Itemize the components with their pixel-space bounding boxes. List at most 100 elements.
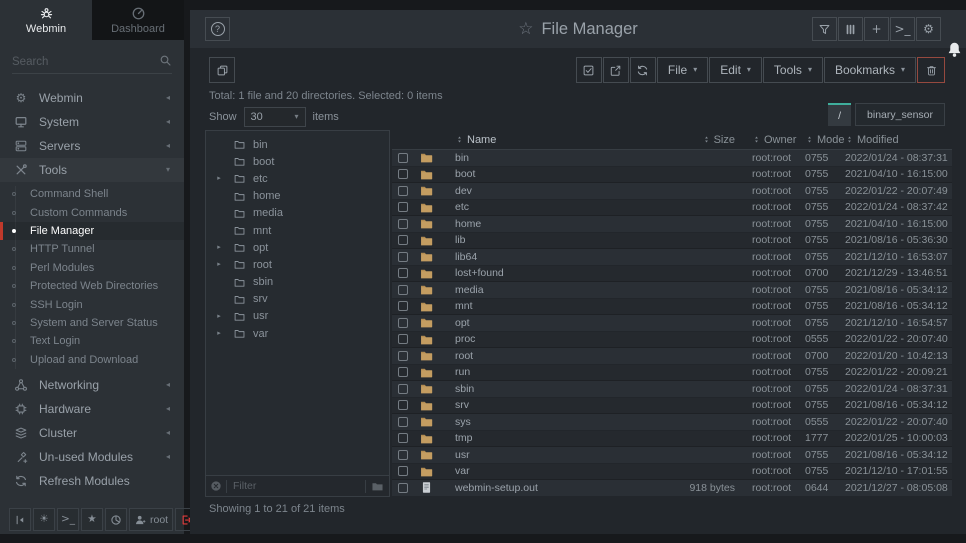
terminal-button[interactable]: >_: [57, 508, 79, 531]
edit-menu-button[interactable]: Edit▾: [709, 57, 762, 83]
tree-item-usr[interactable]: ▸usr: [206, 308, 389, 325]
sidebar-item-text-login[interactable]: Text Login: [0, 332, 184, 350]
tab-dashboard[interactable]: Dashboard: [92, 0, 184, 40]
table-row-usr[interactable]: usrroot:root07552021/08/16 - 05:34:12: [392, 447, 952, 464]
bookmarks-menu-button[interactable]: Bookmarks▾: [824, 57, 916, 83]
row-checkbox[interactable]: [398, 318, 408, 328]
tree-item-home[interactable]: home: [206, 188, 389, 205]
row-checkbox[interactable]: [398, 367, 408, 377]
tree-item-sbin[interactable]: sbin: [206, 274, 389, 291]
row-checkbox[interactable]: [398, 351, 408, 361]
row-checkbox[interactable]: [398, 202, 408, 212]
sidebar-item-custom-commands[interactable]: Custom Commands: [0, 203, 184, 221]
sidebar-item-upload-and-download[interactable]: Upload and Download: [0, 351, 184, 369]
table-row-lost+found[interactable]: lost+foundroot:root07002021/12/29 - 13:4…: [392, 266, 952, 283]
filter-button[interactable]: [812, 17, 837, 41]
column-header-size[interactable]: Size: [642, 134, 742, 146]
refresh-button[interactable]: [630, 57, 656, 83]
table-row-etc[interactable]: etcroot:root07552022/01/24 - 08:37:42: [392, 200, 952, 217]
tree-item-mnt[interactable]: mnt: [206, 222, 389, 239]
sidebar-item-command-shell[interactable]: Command Shell: [0, 185, 184, 203]
sidebar-item-system[interactable]: System◂: [0, 110, 184, 134]
table-row-lib[interactable]: libroot:root07552021/08/16 - 05:36:30: [392, 233, 952, 250]
sidebar-item-un-used-modules[interactable]: Un-used Modules◂: [0, 445, 184, 469]
chevron-right-icon[interactable]: ▸: [214, 244, 224, 251]
column-header-mode[interactable]: Mode: [800, 134, 843, 146]
row-checkbox[interactable]: [398, 450, 408, 460]
row-checkbox[interactable]: [398, 417, 408, 427]
row-checkbox[interactable]: [398, 186, 408, 196]
row-checkbox[interactable]: [398, 301, 408, 311]
row-checkbox[interactable]: [398, 252, 408, 262]
breadcrumb-segment-1[interactable]: binary_sensor: [855, 103, 945, 126]
table-row-opt[interactable]: optroot:root07552021/12/10 - 16:54:57: [392, 315, 952, 332]
table-row-dev[interactable]: devroot:root07552022/01/22 - 20:07:49: [392, 183, 952, 200]
search-input[interactable]: [12, 50, 172, 73]
table-row-root[interactable]: rootroot:root07002022/01/20 - 10:42:13: [392, 348, 952, 365]
sidebar-item-perl-modules[interactable]: Perl Modules: [0, 259, 184, 277]
settings-button[interactable]: ⚙: [916, 17, 941, 41]
sidebar-item-ssh-login[interactable]: SSH Login: [0, 295, 184, 313]
tree-item-opt[interactable]: ▸opt: [206, 239, 389, 256]
star-outline-icon[interactable]: ☆: [518, 21, 533, 38]
tree-item-bin[interactable]: bin: [206, 136, 389, 153]
table-row-var[interactable]: varroot:root07552021/12/10 - 17:01:55: [392, 464, 952, 481]
select-all-button[interactable]: [576, 57, 602, 83]
export-button[interactable]: [603, 57, 629, 83]
sidebar-item-servers[interactable]: Servers◂: [0, 134, 184, 158]
sidebar-item-file-manager[interactable]: File Manager: [0, 222, 184, 240]
sidebar-item-system-and-server-status[interactable]: System and Server Status: [0, 314, 184, 332]
table-row-mnt[interactable]: mntroot:root07552021/08/16 - 05:34:12: [392, 299, 952, 316]
chevron-right-icon[interactable]: ▸: [214, 261, 224, 268]
tree-item-root[interactable]: ▸root: [206, 256, 389, 273]
tree-filter-input[interactable]: [227, 480, 365, 492]
tab-webmin[interactable]: Webmin: [0, 0, 92, 40]
sidebar-item-cluster[interactable]: Cluster◂: [0, 421, 184, 445]
row-checkbox[interactable]: [398, 268, 408, 278]
table-row-bin[interactable]: binroot:root07552022/01/24 - 08:37:31: [392, 150, 952, 167]
table-row-sys[interactable]: sysroot:root05552022/01/22 - 20:07:40: [392, 414, 952, 431]
breadcrumb-segment-0[interactable]: /: [828, 103, 851, 126]
row-checkbox[interactable]: [398, 169, 408, 179]
terminal-button[interactable]: >_: [890, 17, 915, 41]
column-header-owner[interactable]: Owner: [742, 134, 800, 146]
help-button[interactable]: ?: [205, 17, 230, 41]
tree-item-media[interactable]: media: [206, 205, 389, 222]
clear-icon[interactable]: [210, 480, 222, 492]
table-row-media[interactable]: mediaroot:root07552021/08/16 - 05:34:12: [392, 282, 952, 299]
tree-item-var[interactable]: ▸var: [206, 325, 389, 342]
chevron-right-icon[interactable]: ▸: [214, 330, 224, 337]
sidebar-item-webmin[interactable]: ⚙Webmin◂: [0, 86, 184, 110]
delete-button[interactable]: [917, 57, 945, 83]
tree-item-etc[interactable]: ▸etc: [206, 170, 389, 187]
row-checkbox[interactable]: [398, 483, 408, 493]
row-checkbox[interactable]: [398, 285, 408, 295]
chevron-right-icon[interactable]: ▸: [214, 175, 224, 182]
table-row-boot[interactable]: bootroot:root07552021/04/10 - 16:15:00: [392, 167, 952, 184]
bell-icon[interactable]: [946, 40, 963, 59]
sidebar-item-hardware[interactable]: Hardware◂: [0, 397, 184, 421]
show-items-select[interactable]: 30 ▾: [244, 107, 306, 127]
sidebar-item-protected-web-directories[interactable]: Protected Web Directories: [0, 277, 184, 295]
language-button[interactable]: [105, 508, 127, 531]
collapse-sidebar-button[interactable]: [9, 508, 31, 531]
tree-item-boot[interactable]: boot: [206, 153, 389, 170]
favorites-button[interactable]: ★: [81, 508, 103, 531]
folder-icon[interactable]: [371, 480, 384, 493]
file-menu-button[interactable]: File▾: [657, 57, 708, 83]
table-row-lib64[interactable]: lib64root:root07552021/12/10 - 16:53:07: [392, 249, 952, 266]
table-row-run[interactable]: runroot:root07552022/01/22 - 20:09:21: [392, 365, 952, 382]
user-button[interactable]: root: [129, 508, 173, 531]
row-checkbox[interactable]: [398, 334, 408, 344]
tree-item-srv[interactable]: srv: [206, 291, 389, 308]
table-row-proc[interactable]: procroot:root05552022/01/22 - 20:07:40: [392, 332, 952, 349]
table-row-webmin-setup.out[interactable]: webmin-setup.out918 bytesroot:root064420…: [392, 480, 952, 497]
row-checkbox[interactable]: [398, 219, 408, 229]
row-checkbox[interactable]: [398, 235, 408, 245]
table-row-tmp[interactable]: tmproot:root17772022/01/25 - 10:00:03: [392, 431, 952, 448]
table-row-sbin[interactable]: sbinroot:root07552022/01/24 - 08:37:31: [392, 381, 952, 398]
table-row-srv[interactable]: srvroot:root07552021/08/16 - 05:34:12: [392, 398, 952, 415]
sidebar-item-refresh-modules[interactable]: Refresh Modules: [0, 469, 184, 493]
sidebar-item-http-tunnel[interactable]: HTTP Tunnel: [0, 240, 184, 258]
add-button[interactable]: +: [864, 17, 889, 41]
